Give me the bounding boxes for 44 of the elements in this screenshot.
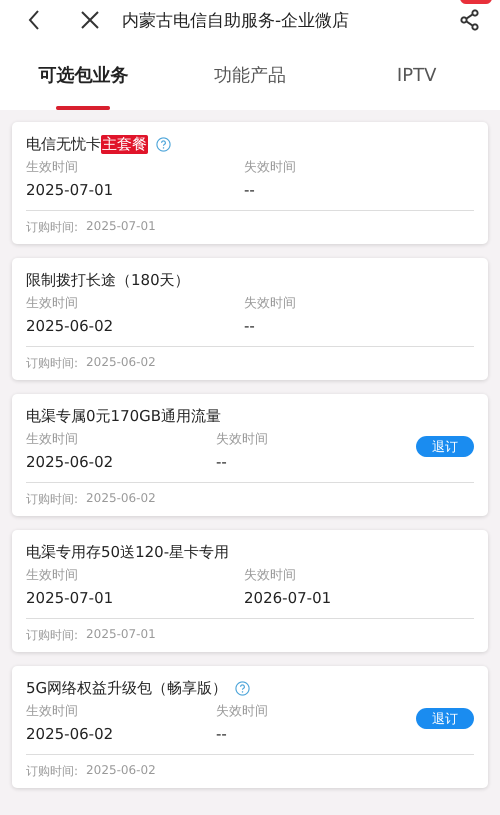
- package-name: 电信无忧卡: [26, 134, 101, 154]
- close-icon[interactable]: [80, 10, 100, 30]
- field-value: 2025-07-01: [26, 180, 114, 201]
- package-name: 电渠专用存50送120-星卡专用: [26, 542, 230, 562]
- field-value: 2025-06-02: [26, 316, 114, 337]
- package-name: 电渠专属0元170GB通用流量: [26, 406, 222, 426]
- field-label: 失效时间: [244, 295, 297, 313]
- package-name: 限制拨打长途（180天）: [26, 270, 190, 290]
- help-icon[interactable]: [235, 680, 250, 696]
- field-value: 2026-07-01: [244, 588, 332, 609]
- order-label: 订购时间:: [26, 355, 78, 372]
- field-label: 生效时间: [26, 159, 79, 177]
- field-label: 生效时间: [26, 431, 79, 449]
- package-name: 5G网络权益升级包（畅享版）: [26, 678, 228, 698]
- field-value: 2025-07-01: [26, 588, 114, 609]
- order-date: 2025-07-01: [86, 627, 156, 643]
- field-label: 生效时间: [26, 703, 79, 721]
- tab[interactable]: 可选包业务: [0, 40, 167, 110]
- field-label: 生效时间: [26, 295, 79, 313]
- order-label: 订购时间:: [26, 627, 78, 644]
- field-value: --: [244, 316, 256, 337]
- field-value: --: [216, 724, 228, 745]
- package-tag: 主套餐: [101, 134, 148, 154]
- order-date: 2025-07-01: [86, 219, 156, 235]
- field-label: 生效时间: [26, 567, 79, 585]
- field-value: 2025-06-02: [26, 452, 114, 473]
- help-icon[interactable]: [156, 136, 171, 152]
- order-date: 2025-06-02: [86, 355, 156, 371]
- field-label: 失效时间: [216, 703, 269, 721]
- tab[interactable]: 功能产品: [166, 40, 334, 110]
- field-value: --: [244, 180, 256, 201]
- back-icon[interactable]: [27, 9, 41, 31]
- order-date: 2025-06-02: [86, 763, 156, 779]
- field-label: 失效时间: [244, 567, 297, 585]
- order-date: 2025-06-02: [86, 491, 156, 507]
- order-label: 订购时间:: [26, 491, 78, 508]
- tab[interactable]: IPTV: [333, 40, 500, 110]
- field-value: 2025-06-02: [26, 724, 114, 745]
- field-value: --: [216, 452, 228, 473]
- order-label: 订购时间:: [26, 763, 78, 780]
- field-label: 失效时间: [244, 159, 297, 177]
- order-label: 订购时间:: [26, 219, 78, 236]
- page-title: 内蒙古电信自助服务-企业微店: [122, 10, 350, 32]
- field-label: 失效时间: [216, 431, 269, 449]
